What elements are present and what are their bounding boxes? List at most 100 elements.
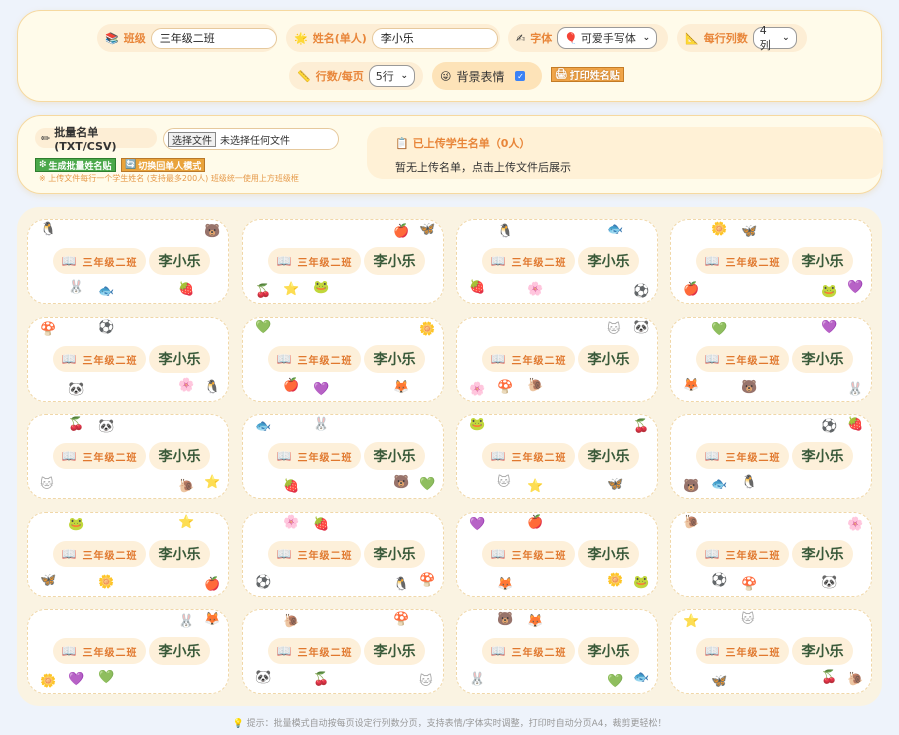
name-label-card: 💚 🦊 💜 🌼 🍎 📖 三年级二班 李小乐 <box>242 317 444 402</box>
open-book-icon: 📖 <box>704 449 721 463</box>
generate-batch-label: 生成批量姓名贴 <box>48 161 112 172</box>
card-name-pill: 李小乐 <box>364 345 425 373</box>
print-button[interactable]: 🖨 打印姓名贴 <box>551 67 624 82</box>
font-control: ✍ 字体 🎈 可爱手写体 ⌄ <box>508 24 668 52</box>
sticker-decoration-icon: 🐌 <box>178 479 195 494</box>
sticker-decoration-icon: 🐸 <box>68 517 85 532</box>
name-label-card: 🐸 🦋 ⭐ 🍒 🐱 📖 三年级二班 李小乐 <box>456 414 658 499</box>
sticker-decoration-icon: 🍓 <box>178 282 195 297</box>
sticker-decoration-icon: 🐱 <box>40 477 54 492</box>
sticker-decoration-icon: 🍄 <box>419 573 436 588</box>
sticker-decoration-icon: 🍒 <box>313 672 330 687</box>
card-name-pill: 李小乐 <box>149 345 210 373</box>
card-name-pill: 李小乐 <box>792 442 853 470</box>
sticker-decoration-icon: 🌸 <box>469 382 486 397</box>
card-class-pill: 📖 三年级二班 <box>696 541 789 567</box>
sticker-decoration-icon: 🐰 <box>847 382 864 397</box>
name-input[interactable] <box>371 27 498 49</box>
pencil-icon: ✏ <box>41 131 51 145</box>
sticker-decoration-icon: 🌸 <box>527 282 544 297</box>
batch-upload-text: 批量名单 (TXT/CSV) <box>54 125 117 153</box>
emoji-checkbox[interactable]: ✓ <box>515 71 526 81</box>
sticker-decoration-icon: 🌸 <box>847 517 864 532</box>
footer-tip: 💡 提示：批量模式自动按每页设定行列数分页，支持表情/字体实时调整，打印时自动分… <box>0 716 899 729</box>
sticker-decoration-icon: 🐌 <box>683 515 700 530</box>
open-book-icon: 📖 <box>276 547 293 561</box>
sticker-decoration-icon: 🌼 <box>607 573 624 588</box>
sticker-decoration-icon: 🌼 <box>98 575 115 590</box>
name-label-card: 🐟 🐻 🐰 💚 🦊 📖 三年级二班 李小乐 <box>456 609 658 694</box>
card-class-text: 三年级二班 <box>511 647 567 659</box>
open-book-icon: 📖 <box>704 644 721 658</box>
open-book-icon: 📖 <box>276 449 293 463</box>
card-name-pill: 李小乐 <box>578 442 639 470</box>
rows-select[interactable]: 5行 ⌄ <box>368 65 415 87</box>
sticker-decoration-icon: 🐻 <box>741 380 758 395</box>
card-class-text: 三年级二班 <box>725 355 781 367</box>
class-input[interactable] <box>150 27 277 49</box>
sticker-decoration-icon: 🦊 <box>497 577 514 592</box>
generate-batch-button[interactable]: ❇ 生成批量姓名贴 <box>35 158 116 172</box>
footer-text: 提示：批量模式自动按每页设定行列数分页，支持表情/字体实时调整，打印时自动分页A… <box>246 719 667 729</box>
open-book-icon: 📖 <box>704 254 721 268</box>
sticker-decoration-icon: 🐧 <box>204 380 221 395</box>
name-label-card: 🦋 ⭐ 🍒 🐱 🐌 📖 三年级二班 李小乐 <box>670 609 872 694</box>
sticker-decoration-icon: 🦋 <box>419 222 436 237</box>
card-class-pill: 📖 三年级二班 <box>482 443 575 469</box>
sticker-decoration-icon: 🐰 <box>178 614 195 629</box>
font-select[interactable]: 🎈 可爱手写体 ⌄ <box>557 27 658 49</box>
card-class-pill: 📖 三年级二班 <box>482 638 575 664</box>
card-name-pill: 李小乐 <box>149 637 210 665</box>
sticker-decoration-icon: 🍎 <box>393 224 410 239</box>
sticker-decoration-icon: 🌼 <box>40 674 57 689</box>
card-class-text: 三年级二班 <box>511 550 567 562</box>
sticker-decoration-icon: 💚 <box>711 322 728 337</box>
sticker-decoration-icon: 🦊 <box>527 614 544 629</box>
sticker-decoration-icon: 🐌 <box>527 378 544 393</box>
open-book-icon: 📖 <box>490 352 507 366</box>
name-label-card: 🦊 💜 🌼 🍎 🐸 📖 三年级二班 李小乐 <box>456 512 658 597</box>
sticker-decoration-icon: 💜 <box>68 672 85 687</box>
sticker-decoration-icon: 🍄 <box>497 380 514 395</box>
file-input[interactable]: 选择文件 未选择任何文件 <box>163 128 339 150</box>
sticker-decoration-icon: 🦋 <box>741 224 758 239</box>
name-label-card: 🐰 💚 🦊 💜 🌼 📖 三年级二班 李小乐 <box>27 609 229 694</box>
card-class-pill: 📖 三年级二班 <box>268 443 361 469</box>
card-class-pill: 📖 三年级二班 <box>696 443 789 469</box>
settings-panel: 📚 班级 🌟 姓名(单人) ✍ 字体 🎈 可爱手写体 ⌄ 📐 每行列数 4列 ⌄… <box>17 10 882 102</box>
name-label-card: 🍓 🐟 🐻 🐰 💚 📖 三年级二班 李小乐 <box>242 414 444 499</box>
sticker-decoration-icon: 🍎 <box>683 282 700 297</box>
chevron-down-icon: ⌄ <box>400 71 408 81</box>
sticker-decoration-icon: 🦋 <box>40 573 57 588</box>
choose-file-button[interactable]: 选择文件 <box>168 131 216 147</box>
card-class-pill: 📖 三年级二班 <box>482 346 575 372</box>
card-class-pill: 📖 三年级二班 <box>268 638 361 664</box>
card-class-pill: 📖 三年级二班 <box>696 248 789 274</box>
card-class-text: 三年级二班 <box>725 257 781 269</box>
open-book-icon: 📖 <box>490 254 507 268</box>
open-book-icon: 📖 <box>490 449 507 463</box>
sticker-decoration-icon: 🐻 <box>497 612 514 627</box>
sticker-decoration-icon: 🌸 <box>178 378 195 393</box>
font-label: 字体 <box>530 32 553 45</box>
sticker-decoration-icon: 🐧 <box>40 222 57 237</box>
sticker-decoration-icon: 💜 <box>469 517 486 532</box>
uploaded-list: 📋 已上传学生名单（0人） 暂无上传名单，点击上传文件后展示 <box>367 127 883 179</box>
card-class-text: 三年级二班 <box>297 452 353 464</box>
switch-single-button[interactable]: 🔄 切换回单人模式 <box>121 158 206 172</box>
sticker-decoration-icon: 🐟 <box>98 284 115 299</box>
cols-select[interactable]: 4列 ⌄ <box>752 24 797 52</box>
name-control: 🌟 姓名(单人) <box>286 24 500 52</box>
card-class-text: 三年级二班 <box>82 355 138 367</box>
chevron-down-icon: ⌄ <box>782 33 790 43</box>
sticker-decoration-icon: 🌸 <box>283 515 300 530</box>
rows-label: 行数/每页 <box>315 70 364 83</box>
sticker-decoration-icon: 🐰 <box>469 672 486 687</box>
name-label-card: ⚽ 🐧 🍓 🐟 🐻 📖 三年级二班 李小乐 <box>670 414 872 499</box>
sticker-decoration-icon: 🍎 <box>283 378 300 393</box>
chevron-down-icon: ⌄ <box>642 33 651 43</box>
sticker-decoration-icon: 💜 <box>847 280 864 295</box>
sticker-decoration-icon: 🍄 <box>40 322 57 337</box>
cols-value: 4列 <box>759 23 771 52</box>
sticker-decoration-icon: 🐌 <box>847 672 864 687</box>
